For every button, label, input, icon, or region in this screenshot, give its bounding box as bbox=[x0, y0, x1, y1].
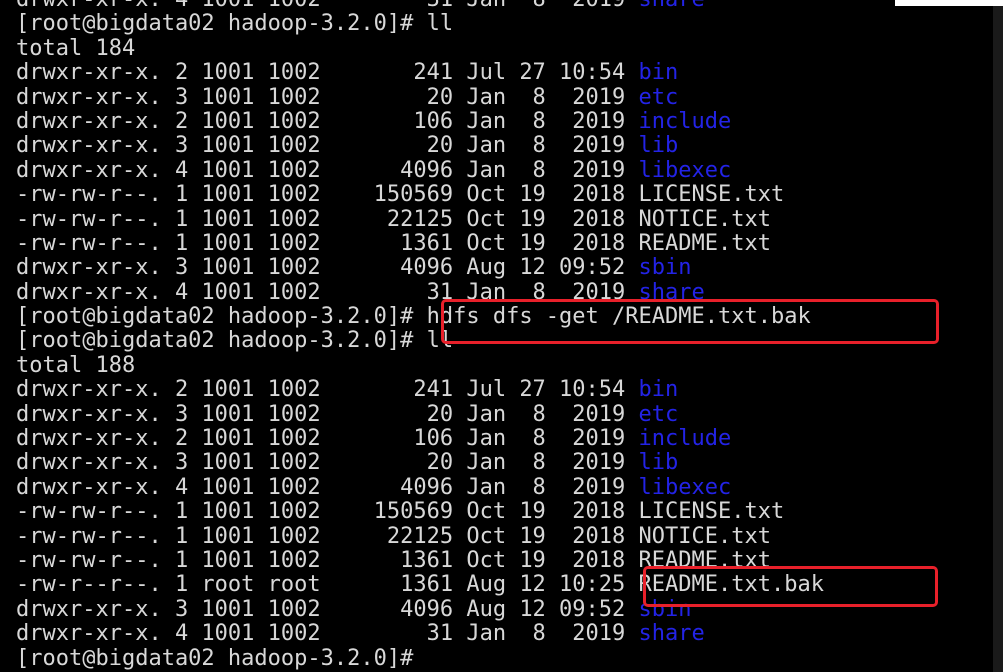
output-line: drwxr-xr-x. 4 1001 1002 31 Jan 8 2019 sh… bbox=[16, 621, 824, 647]
terminal-window[interactable]: drwxr-xr-x. 4 1001 1002 31 Jan 8 2019 sh… bbox=[0, 0, 993, 672]
prompt-line: [root@bigdata02 hadoop-3.2.0]# ll bbox=[16, 12, 824, 36]
line-text: drwxr-xr-x. 4 1001 1002 4096 Jan 8 2019 bbox=[16, 157, 639, 183]
directory-name: lib bbox=[638, 133, 679, 159]
output-line: total 188 bbox=[16, 352, 824, 378]
output-line: drwxr-xr-x. 2 1001 1002 241 Jul 27 10:54… bbox=[16, 60, 824, 86]
output-line: drwxr-xr-x. 3 1001 1002 20 Jan 8 2019 li… bbox=[16, 451, 824, 475]
window-edge bbox=[993, 0, 1003, 672]
line-text: [root@bigdata02 hadoop-3.2.0]# ll bbox=[16, 328, 454, 354]
line-text: -rw-rw-r--. 1 1001 1002 150569 Oct 19 20… bbox=[16, 499, 785, 525]
directory-name: share bbox=[639, 0, 705, 12]
line-text: [root@bigdata02 hadoop-3.2.0]# ll bbox=[16, 11, 454, 37]
line-text: total 184 bbox=[16, 35, 136, 61]
directory-name: sbin bbox=[638, 255, 692, 281]
output-line: -rw-rw-r--. 1 1001 1002 150569 Oct 19 20… bbox=[16, 500, 824, 524]
line-text: drwxr-xr-x. 3 1001 1002 20 Jan 8 2019 bbox=[16, 401, 639, 427]
prompt-line: [root@bigdata02 hadoop-3.2.0]# bbox=[16, 645, 824, 671]
output-line: -rw-rw-r--. 1 1001 1002 22125 Oct 19 201… bbox=[16, 523, 824, 549]
line-text: drwxr-xr-x. 4 1001 1002 31 Jan 8 2019 bbox=[16, 621, 639, 647]
output-line: drwxr-xr-x. 3 1001 1002 20 Jan 8 2019 et… bbox=[16, 84, 824, 110]
directory-name: bin bbox=[638, 60, 679, 86]
directory-name: include bbox=[638, 426, 732, 452]
line-text: drwxr-xr-x. 4 1001 1002 31 Jan 8 2019 bbox=[16, 0, 639, 12]
line-text: drwxr-xr-x. 3 1001 1002 20 Jan 8 2019 bbox=[16, 450, 639, 476]
line-text: drwxr-xr-x. 4 1001 1002 4096 Jan 8 2019 bbox=[16, 474, 639, 500]
line-text: -rw-rw-r--. 1 1001 1002 22125 Oct 19 201… bbox=[16, 523, 771, 549]
line-text: -rw-rw-r--. 1 1001 1002 22125 Oct 19 201… bbox=[16, 206, 771, 232]
output-line: drwxr-xr-x. 4 1001 1002 4096 Jan 8 2019 … bbox=[16, 474, 824, 500]
directory-name: bin bbox=[638, 377, 679, 403]
output-line: drwxr-xr-x. 2 1001 1002 241 Jul 27 10:54… bbox=[16, 378, 824, 402]
output-line: drwxr-xr-x. 3 1001 1002 20 Jan 8 2019 et… bbox=[16, 401, 824, 427]
directory-name: libexec bbox=[638, 157, 732, 183]
line-text: drwxr-xr-x. 3 1001 1002 20 Jan 8 2019 bbox=[16, 84, 639, 110]
line-text: drwxr-xr-x. 3 1001 1002 4096 Aug 12 09:5… bbox=[16, 596, 639, 622]
line-text: drwxr-xr-x. 2 1001 1002 241 Jul 27 10:54 bbox=[16, 377, 639, 403]
line-text: drwxr-xr-x. 2 1001 1002 106 Jan 8 2019 bbox=[16, 108, 639, 134]
directory-name: etc bbox=[638, 401, 679, 427]
output-line: total 184 bbox=[16, 35, 824, 61]
line-text: drwxr-xr-x. 2 1001 1002 106 Jan 8 2019 bbox=[16, 426, 639, 452]
line-text: drwxr-xr-x. 2 1001 1002 241 Jul 27 10:54 bbox=[16, 60, 639, 86]
directory-name: lib bbox=[638, 450, 679, 476]
line-text: drwxr-xr-x. 3 1001 1002 20 Jan 8 2019 bbox=[16, 133, 639, 159]
window-corner bbox=[895, 0, 1003, 6]
directory-name: share bbox=[638, 621, 705, 647]
directory-name: libexec bbox=[638, 474, 732, 500]
output-line: drwxr-xr-x. 3 1001 1002 20 Jan 8 2019 li… bbox=[16, 134, 824, 158]
highlight-get-command bbox=[441, 299, 939, 344]
output-line: -rw-rw-r--. 1 1001 1002 150569 Oct 19 20… bbox=[16, 182, 824, 208]
line-text: total 188 bbox=[16, 352, 136, 378]
line-text: -rw-rw-r--. 1 1001 1002 150569 Oct 19 20… bbox=[16, 182, 785, 208]
output-line: drwxr-xr-x. 2 1001 1002 106 Jan 8 2019 i… bbox=[16, 108, 824, 134]
highlight-readme-bak bbox=[643, 566, 938, 607]
output-line: drwxr-xr-x. 2 1001 1002 106 Jan 8 2019 i… bbox=[16, 426, 824, 452]
directory-name: include bbox=[638, 108, 732, 134]
line-text: -rw-rw-r--. 1 1001 1002 1361 Oct 19 2018… bbox=[16, 230, 771, 256]
line-text: drwxr-xr-x. 3 1001 1002 4096 Aug 12 09:5… bbox=[16, 255, 639, 281]
output-line: -rw-rw-r--. 1 1001 1002 1361 Oct 19 2018… bbox=[16, 230, 824, 256]
directory-name: etc bbox=[638, 84, 679, 110]
output-line: drwxr-xr-x. 4 1001 1002 4096 Jan 8 2019 … bbox=[16, 157, 824, 183]
output-line: -rw-rw-r--. 1 1001 1002 22125 Oct 19 201… bbox=[16, 206, 824, 232]
line-text: [root@bigdata02 hadoop-3.2.0]# bbox=[16, 645, 414, 671]
output-line: drwxr-xr-x. 3 1001 1002 4096 Aug 12 09:5… bbox=[16, 256, 824, 280]
